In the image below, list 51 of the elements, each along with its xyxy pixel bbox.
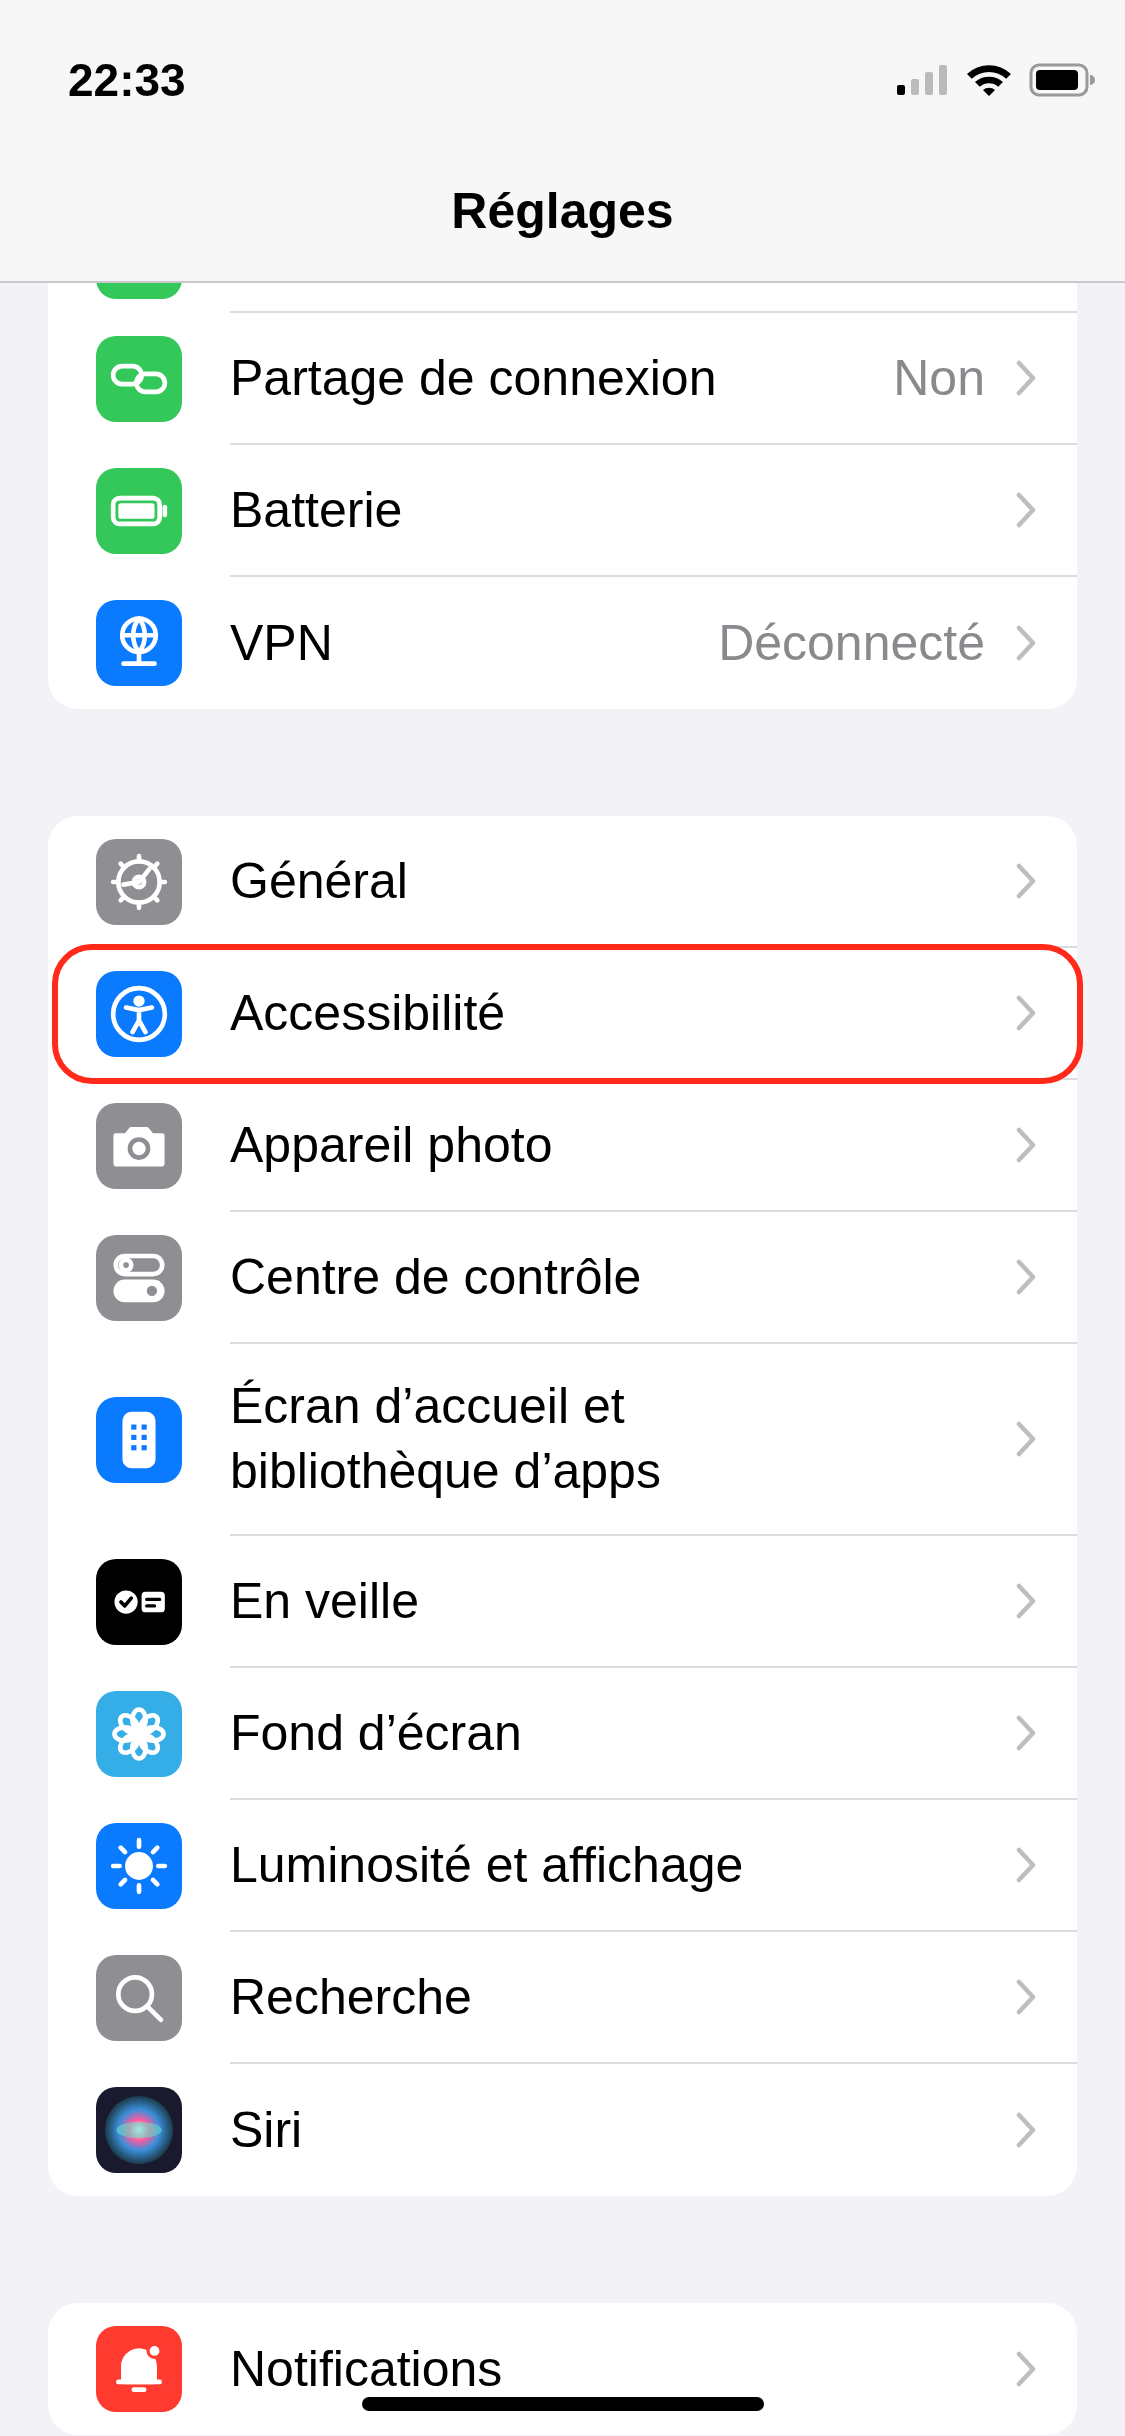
- settings-row[interactable]: VPN Déconnecté: [48, 577, 1077, 709]
- row-label: Recherche: [230, 1967, 473, 2027]
- settings-row[interactable]: Luminosité et affichage: [48, 1800, 1077, 1932]
- row-label: Partage de connexion: [230, 348, 718, 408]
- chevron-icon: [1015, 1126, 1037, 1164]
- sun-icon: [108, 1835, 170, 1897]
- row-label: Écran d’accueil et bibliothèque d’apps: [230, 1377, 662, 1501]
- row-label: Accessibilité: [230, 983, 507, 1043]
- chevron-icon: [1015, 2350, 1037, 2388]
- chevron-icon: [1015, 862, 1037, 900]
- status-time: 22:33: [68, 53, 186, 107]
- nav-title: Réglages: [451, 182, 674, 240]
- row-label: VPN: [230, 613, 334, 673]
- row-label: Général: [230, 851, 409, 911]
- chevron-icon: [1015, 1978, 1037, 2016]
- settings-row[interactable]: Appareil photo: [48, 1080, 1077, 1212]
- chevron-icon: [1015, 1582, 1037, 1620]
- settings-row[interactable]: Fond d’écran: [48, 1668, 1077, 1800]
- settings-row[interactable]: En veille: [48, 1536, 1077, 1668]
- settings-row[interactable]: Batterie: [48, 445, 1077, 577]
- chevron-icon: [1015, 2111, 1037, 2149]
- chevron-icon: [1015, 359, 1037, 397]
- settings-row[interactable]: Siri: [48, 2064, 1077, 2196]
- accessibility-icon: [108, 983, 170, 1045]
- gear-icon: [108, 851, 170, 913]
- row-label: En veille: [230, 1571, 420, 1631]
- settings-row[interactable]: Accessibilité: [48, 948, 1077, 1080]
- settings-row[interactable]: Écran d’accueil et bibliothèque d’apps: [48, 1344, 1077, 1536]
- row-label: Luminosité et affichage: [230, 1835, 745, 1895]
- chevron-icon: [1015, 1420, 1037, 1458]
- chevron-icon: [1015, 1846, 1037, 1884]
- row-label: Batterie: [230, 480, 404, 540]
- chevron-icon: [1015, 994, 1037, 1032]
- row-label: Centre de contrôle: [230, 1247, 643, 1307]
- row-label: Notifications: [230, 2339, 504, 2399]
- wifi-icon: [965, 62, 1013, 98]
- chevron-icon: [1015, 1258, 1037, 1296]
- settings-row[interactable]: Recherche: [48, 1932, 1077, 2064]
- signal-icon: [897, 63, 949, 97]
- chevron-icon: [1015, 1714, 1037, 1752]
- settings-row[interactable]: Général: [48, 816, 1077, 948]
- row-label: Siri: [230, 2100, 304, 2160]
- settings-row[interactable]: Partage de connexion Non: [48, 313, 1077, 445]
- row-label: Appareil photo: [230, 1115, 554, 1175]
- row-value: Non: [893, 349, 985, 407]
- battery-status-icon: [1029, 63, 1095, 97]
- chevron-icon: [1015, 491, 1037, 529]
- chevron-icon: [1015, 624, 1037, 662]
- settings-row[interactable]: Centre de contrôle: [48, 1212, 1077, 1344]
- row-label: Fond d’écran: [230, 1703, 523, 1763]
- row-value: Déconnecté: [718, 614, 985, 672]
